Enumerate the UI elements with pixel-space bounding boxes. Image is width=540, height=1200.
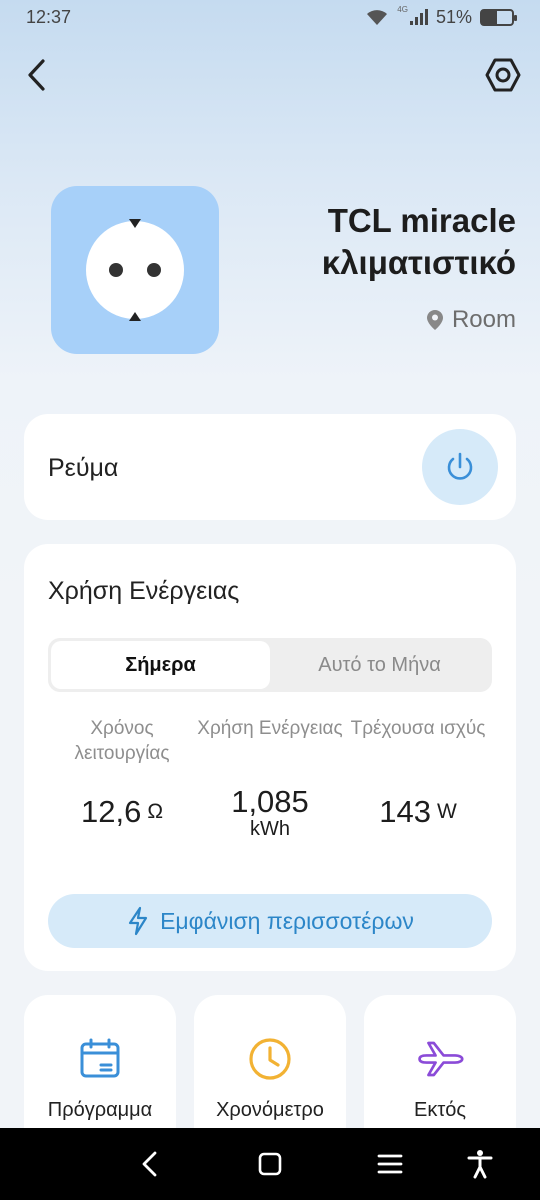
period-tabs: Σήμερα Αυτό το Μήνα [48, 638, 492, 692]
energy-usage-title: Χρήση Ενέργειας [48, 577, 240, 605]
menu-icon [377, 1154, 403, 1174]
clock-icon [246, 1035, 294, 1083]
airplane-icon [416, 1035, 464, 1083]
chevron-left-icon [28, 59, 45, 91]
system-back-icon [142, 1151, 157, 1177]
network-type: 4G [397, 4, 408, 14]
status-icons: 4G 51% [365, 4, 517, 28]
status-bar: 12:37 4G 51% [0, 0, 540, 34]
system-home-icon [258, 1152, 282, 1176]
feature-schedule-label: Πρόγραμμα [47, 1099, 153, 1121]
lightning-icon [128, 906, 148, 936]
system-nav-bar [0, 1128, 540, 1200]
power-toggle-button[interactable] [422, 429, 498, 505]
settings-button[interactable] [480, 52, 526, 98]
tab-this-month[interactable]: Αυτό το Μήνα [270, 641, 489, 689]
device-icon-tile [51, 186, 219, 354]
feature-timer-label: Χρονόμετρο [216, 1099, 324, 1121]
stat-current-power-unit: W [436, 800, 457, 823]
stat-energy-value: 1,085 kWh [196, 782, 344, 842]
stat-runtime-unit: Ω [147, 800, 164, 823]
power-icon [447, 452, 473, 480]
stat-current-power-value: 143 W [344, 782, 492, 842]
signal-icon [409, 9, 428, 25]
battery-icon [480, 8, 517, 26]
wifi-icon [367, 10, 388, 25]
smart-plug-icon [86, 219, 184, 321]
device-room-label: Room [451, 306, 516, 333]
top-nav [0, 50, 540, 100]
accessibility-icon [467, 1150, 493, 1179]
stat-energy-unit: kWh [250, 817, 290, 840]
status-time: 12:37 [26, 6, 72, 27]
stat-current-power: Τρέχουσα ισχύς 143 W [344, 716, 492, 842]
power-label: Ρεύμα [48, 454, 119, 482]
calendar-icon [76, 1035, 124, 1083]
feature-away-label: Εκτός [413, 1099, 466, 1121]
power-card: Ρεύμα [24, 414, 516, 520]
stat-energy: Χρήση Ενέργειας 1,085 kWh [196, 716, 344, 842]
energy-stats: Χρόνος λειτουργίας 12,6 Ω Χρήση Ενέργεια… [48, 716, 492, 842]
system-home-button[interactable] [250, 1146, 290, 1182]
battery-fill [482, 10, 498, 24]
accessibility-button[interactable] [460, 1146, 500, 1182]
device-room[interactable]: Room [426, 306, 516, 334]
system-back-button[interactable] [130, 1146, 170, 1182]
device-name: TCL miracle κλιματιστικό [321, 202, 516, 281]
stat-runtime: Χρόνος λειτουργίας 12,6 Ω [48, 716, 196, 842]
stat-runtime-value: 12,6 Ω [48, 782, 196, 842]
stat-current-power-number: 143 [379, 794, 431, 829]
stat-runtime-label: Χρόνος λειτουργίας [74, 718, 170, 764]
show-more-button[interactable]: Εμφάνιση περισσοτέρων [48, 894, 492, 948]
back-button[interactable] [14, 52, 60, 98]
stat-energy-number: 1,085 [231, 783, 309, 819]
location-pin-icon [426, 310, 443, 330]
battery-percent: 51% [435, 6, 472, 27]
hexagon-gear-icon [485, 58, 521, 92]
stat-runtime-number: 12,6 [80, 794, 142, 829]
tab-today[interactable]: Σήμερα [51, 641, 270, 689]
energy-usage-card: Χρήση Ενέργειας Σήμερα Αυτό το Μήνα Χρόν… [24, 544, 516, 971]
system-menu-button[interactable] [370, 1146, 410, 1182]
stat-energy-label: Χρήση Ενέργειας [197, 718, 343, 739]
stat-current-power-label: Τρέχουσα ισχύς [350, 718, 486, 739]
show-more-label: Εμφάνιση περισσοτέρων [160, 907, 414, 934]
